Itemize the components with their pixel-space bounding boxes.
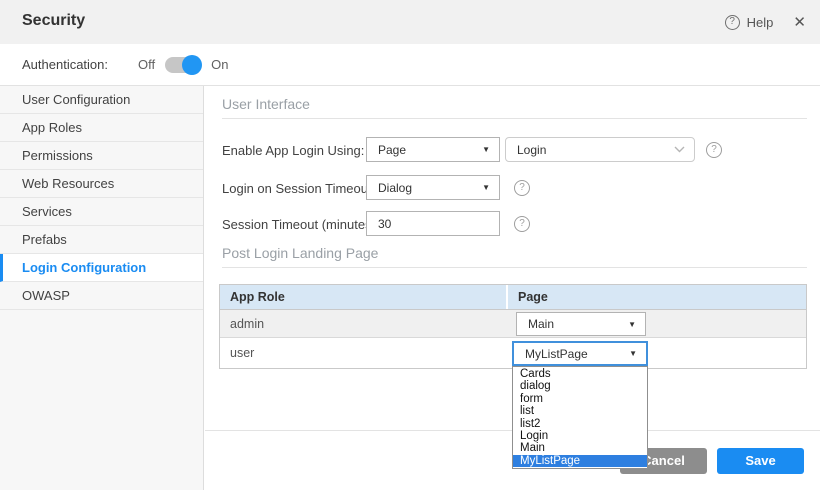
session-timeout-login-help-icon[interactable]: ? (514, 180, 530, 196)
dropdown-option-dialog[interactable]: dialog (513, 380, 647, 392)
user-page-select[interactable]: MyListPage ▼ (512, 341, 648, 366)
authentication-toggle[interactable] (165, 57, 201, 73)
enable-app-login-label: Enable App Login Using: (222, 143, 364, 158)
session-timeout-minutes-help-icon[interactable]: ? (514, 216, 530, 232)
help-icon[interactable]: ? (725, 15, 740, 30)
dialog-header: Security ? Help ✕ (0, 0, 820, 44)
caret-down-icon: ▼ (629, 349, 637, 358)
save-button[interactable]: Save (717, 448, 804, 474)
session-timeout-login-label: Login on Session Timeout: (222, 181, 375, 196)
session-timeout-type-select[interactable]: Dialog ▼ (366, 175, 500, 200)
login-page-value: Login (517, 143, 546, 157)
section-divider (222, 118, 807, 119)
authentication-label: Authentication: (22, 57, 108, 72)
caret-down-icon: ▼ (628, 320, 636, 329)
session-timeout-minutes-label: Session Timeout (minutes): (222, 217, 380, 232)
user-interface-section-title: User Interface (222, 96, 310, 112)
dropdown-option-login[interactable]: Login (513, 430, 647, 442)
page-title: Security (22, 12, 85, 30)
table-row-admin: admin (220, 310, 806, 338)
sidebar-item-permissions[interactable]: Permissions (0, 142, 203, 170)
dropdown-option-cards[interactable]: Cards (513, 368, 647, 380)
header-actions: ? Help ✕ (725, 0, 806, 44)
login-page-select[interactable]: Login (505, 137, 695, 162)
login-type-select[interactable]: Page ▼ (366, 137, 500, 162)
settings-sidebar: User Configuration App Roles Permissions… (0, 86, 204, 490)
app-role-cell: user (220, 346, 506, 360)
page-dropdown-popup: Cards dialog form list list2 Login Main … (512, 366, 648, 469)
toggle-knob (182, 55, 202, 75)
session-timeout-minutes-input[interactable] (366, 211, 500, 236)
sidebar-item-services[interactable]: Services (0, 198, 203, 226)
help-link[interactable]: Help (747, 15, 774, 30)
admin-page-value: Main (528, 317, 554, 331)
app-role-cell: admin (220, 317, 506, 331)
section-divider (222, 267, 807, 268)
app-role-column-header: App Role (220, 290, 506, 304)
session-timeout-type-value: Dialog (378, 181, 412, 195)
login-type-value: Page (378, 143, 406, 157)
dropdown-option-list2[interactable]: list2 (513, 418, 647, 430)
sidebar-item-prefabs[interactable]: Prefabs (0, 226, 203, 254)
post-login-section-title: Post Login Landing Page (222, 245, 378, 261)
security-dialog: Security ? Help ✕ Authentication: Off On… (0, 0, 820, 490)
user-page-value: MyListPage (525, 347, 588, 361)
authentication-bar: Authentication: Off On (0, 44, 820, 86)
sidebar-item-owasp[interactable]: OWASP (0, 282, 203, 310)
dropdown-option-list[interactable]: list (513, 405, 647, 417)
caret-down-icon: ▼ (482, 145, 490, 154)
dropdown-option-form[interactable]: form (513, 393, 647, 405)
table-header-row: App Role Page (220, 285, 806, 310)
admin-page-select[interactable]: Main ▼ (516, 312, 646, 336)
close-icon[interactable]: ✕ (793, 13, 806, 31)
enable-app-login-help-icon[interactable]: ? (706, 142, 722, 158)
sidebar-item-web-resources[interactable]: Web Resources (0, 170, 203, 198)
toggle-off-label: Off (138, 57, 155, 72)
caret-down-icon: ▼ (482, 183, 490, 192)
sidebar-item-login-configuration[interactable]: Login Configuration (0, 254, 203, 282)
chevron-down-icon (674, 146, 685, 153)
dropdown-option-mylistpage[interactable]: MyListPage (513, 455, 647, 467)
dropdown-option-main[interactable]: Main (513, 442, 647, 454)
page-column-header: Page (506, 285, 806, 309)
sidebar-item-user-configuration[interactable]: User Configuration (0, 86, 203, 114)
sidebar-item-app-roles[interactable]: App Roles (0, 114, 203, 142)
toggle-on-label: On (211, 57, 228, 72)
